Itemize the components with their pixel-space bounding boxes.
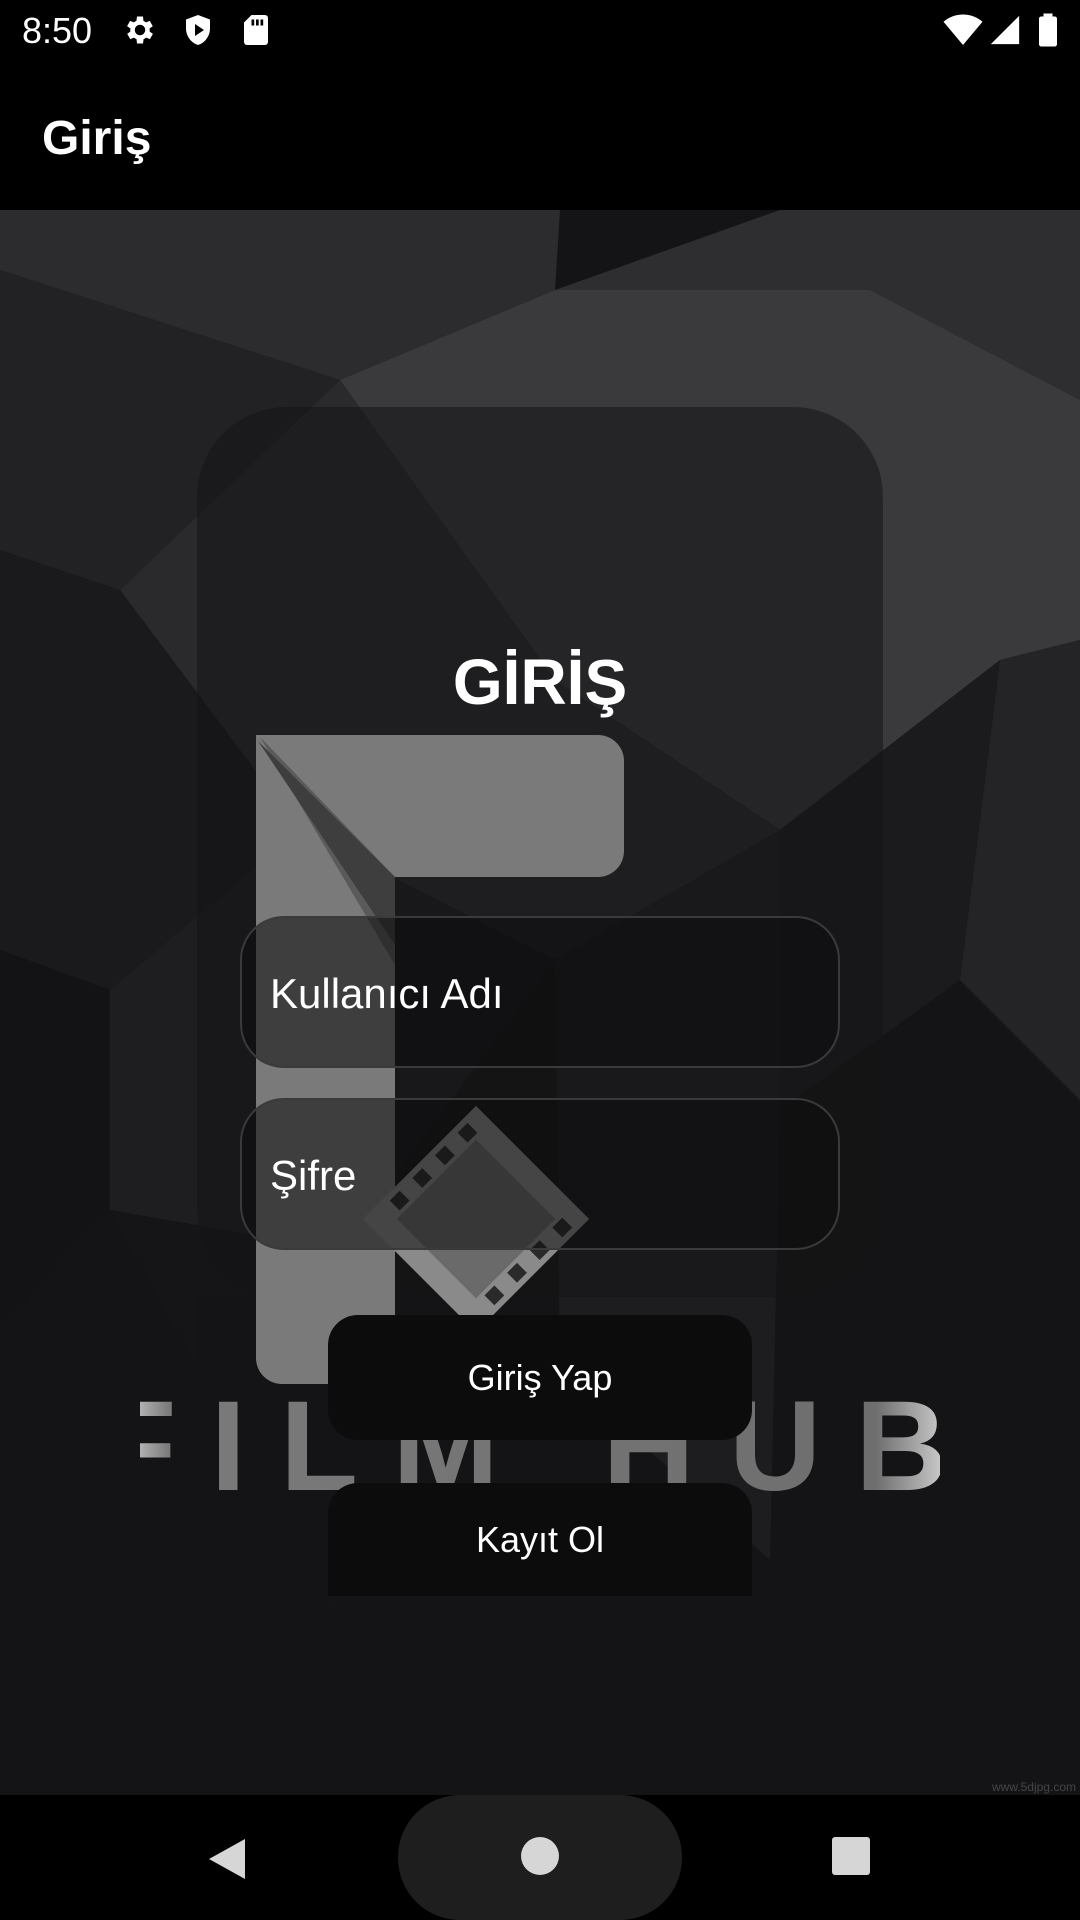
app-bar: Giriş: [0, 63, 1080, 210]
navigation-bar: [0, 1795, 1080, 1920]
register-button[interactable]: Kayıt Ol: [328, 1483, 752, 1596]
watermark: www.5djpg.com: [991, 1780, 1076, 1794]
login-button[interactable]: Giriş Yap: [328, 1315, 752, 1440]
shield-play-icon: [186, 15, 210, 45]
status-time: 8:50: [22, 10, 93, 51]
username-label: Kullanıcı Adı: [270, 970, 504, 1017]
login-button-label: Giriş Yap: [467, 1356, 613, 1398]
login-screen: FILM HUB GİRİŞ Kullanıcı Adı Şifre Giriş…: [0, 210, 1080, 1795]
signal-icon: [990, 15, 1020, 45]
register-button-label: Kayıt Ol: [475, 1518, 605, 1560]
gear-icon: [127, 16, 153, 44]
username-field[interactable]: Kullanıcı Adı: [240, 916, 840, 1068]
app-title: Giriş: [42, 112, 152, 165]
home-icon[interactable]: [519, 1835, 561, 1877]
recents-icon[interactable]: [830, 1835, 872, 1877]
password-label: Şifre: [270, 1152, 357, 1199]
battery-icon: [1039, 13, 1057, 47]
sd-card-icon: [244, 15, 268, 45]
login-heading: GİRİŞ: [452, 646, 628, 718]
back-icon[interactable]: [205, 1835, 249, 1883]
status-bar: 8:50: [0, 0, 1080, 63]
wifi-icon: [943, 14, 983, 45]
password-field[interactable]: Şifre: [240, 1098, 840, 1250]
